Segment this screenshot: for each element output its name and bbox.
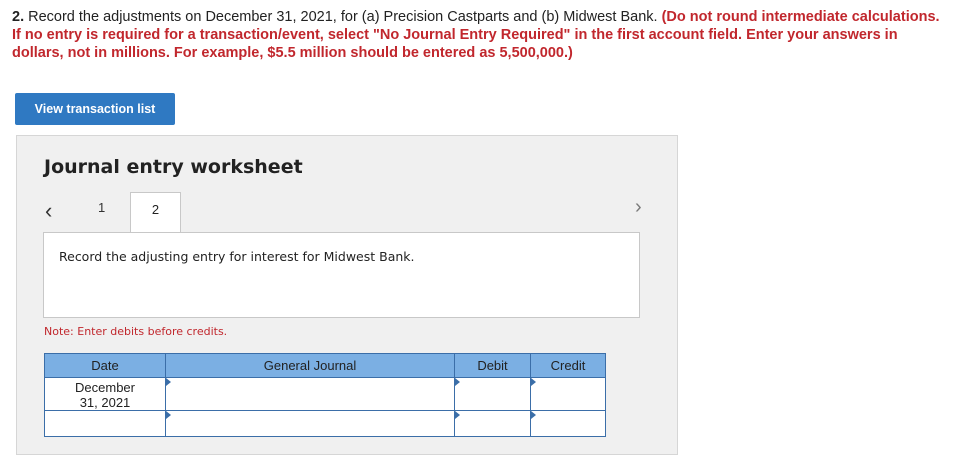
question-number: 2. [12,9,25,25]
chevron-left-icon[interactable]: ‹ [45,198,52,224]
table-header-row: Date General Journal Debit Credit [44,353,606,378]
account-input[interactable] [165,410,455,437]
input-marker-icon [531,411,536,419]
tab-2[interactable]: 2 [130,192,181,232]
credit-input[interactable] [530,377,606,411]
journal-entry-worksheet: Journal entry worksheet ‹ 1 2 › Record t… [16,135,678,455]
question-text: 2. Record the adjustments on December 31… [12,8,952,62]
header-credit: Credit [530,353,606,378]
worksheet-title: Journal entry worksheet [44,156,303,178]
table-row: December 31, 2021 [44,377,606,411]
account-input[interactable] [165,377,455,411]
view-transaction-list-button[interactable]: View transaction list [15,93,175,125]
entry-description-box: Record the adjusting entry for interest … [43,232,640,318]
date-cell: December 31, 2021 [44,377,166,411]
entry-description: Record the adjusting entry for interest … [59,249,415,264]
question-body: Record the adjustments on December 31, 2… [24,9,662,25]
debit-input[interactable] [454,377,531,411]
input-marker-icon [455,378,460,386]
dropdown-marker-icon [166,378,171,386]
debit-input[interactable] [454,410,531,437]
input-marker-icon [531,378,536,386]
date-cell [44,410,166,437]
tab-1[interactable]: 1 [98,200,105,215]
dropdown-marker-icon [166,411,171,419]
header-general-journal: General Journal [165,353,455,378]
header-date: Date [44,353,166,378]
date-value: December 31, 2021 [75,380,135,410]
journal-table: Date General Journal Debit Credit Decemb… [44,353,606,437]
header-debit: Debit [454,353,531,378]
chevron-right-icon[interactable]: › [635,196,642,219]
table-row [44,410,606,437]
credit-input[interactable] [530,410,606,437]
debit-credit-note: Note: Enter debits before credits. [44,325,228,338]
input-marker-icon [455,411,460,419]
